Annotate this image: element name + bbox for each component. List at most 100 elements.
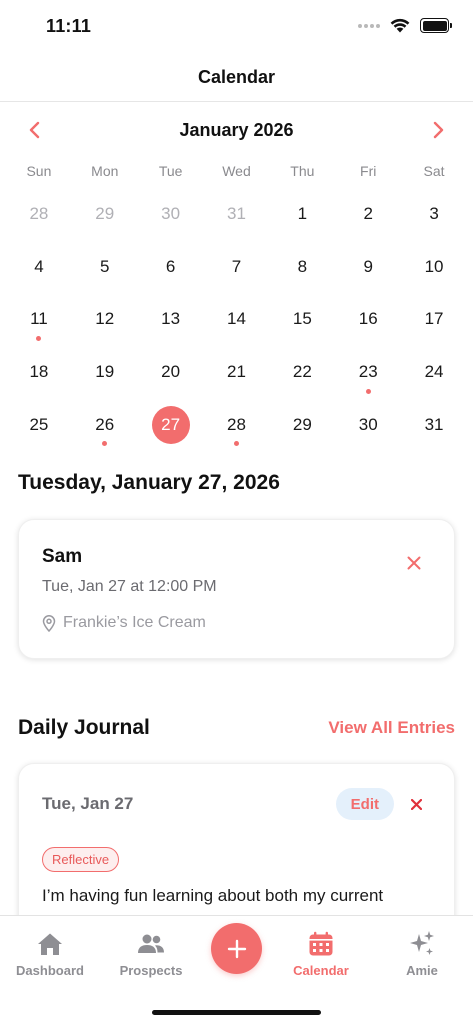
day-number: 25 bbox=[29, 414, 49, 434]
calendar-day-selected[interactable]: 27 bbox=[138, 398, 204, 451]
calendar-day[interactable]: 20 bbox=[138, 346, 204, 399]
calendar-day[interactable]: 30 bbox=[335, 398, 401, 451]
page-title: Calendar bbox=[197, 67, 276, 87]
home-indicator bbox=[152, 1010, 321, 1015]
day-number: 9 bbox=[363, 256, 373, 276]
day-number: 7 bbox=[231, 256, 242, 276]
day-number: 28 bbox=[29, 204, 49, 224]
event-card[interactable]: Sam Tue, Jan 27 at 12:00 PM Frankie’s Ic… bbox=[18, 519, 455, 659]
tab-label: Calendar bbox=[293, 963, 349, 978]
weekday-label: Sat bbox=[423, 163, 445, 179]
delete-entry-button[interactable] bbox=[408, 796, 424, 812]
calendar-day[interactable]: 2 bbox=[335, 188, 401, 241]
selected-date-heading: Tuesday, January 27, 2026 bbox=[18, 471, 280, 494]
day-number: 1 bbox=[297, 204, 308, 224]
calendar-day[interactable]: 6 bbox=[138, 241, 204, 294]
weekday-label: Fri bbox=[360, 163, 377, 179]
calendar-day[interactable]: 21 bbox=[204, 346, 270, 399]
edit-entry-button[interactable]: Edit bbox=[335, 788, 394, 820]
calendar-day[interactable]: 29 bbox=[72, 188, 138, 241]
day-number: 2 bbox=[363, 204, 373, 224]
day-number: 24 bbox=[424, 362, 444, 382]
calendar-day[interactable]: 16 bbox=[335, 293, 401, 346]
day-number: 5 bbox=[100, 256, 110, 276]
calendar-day[interactable]: 31 bbox=[204, 188, 270, 241]
calendar-day[interactable]: 24 bbox=[401, 346, 467, 399]
weekday-header-row: Sun Mon Tue Wed Thu Fri Sat bbox=[6, 163, 467, 179]
event-location-text: Frankie’s Ice Cream bbox=[63, 614, 206, 631]
weekday-label: Wed bbox=[222, 163, 251, 179]
calendar-day[interactable]: 15 bbox=[269, 293, 335, 346]
calendar-day[interactable]: 18 bbox=[6, 346, 72, 399]
tab-label: Prospects bbox=[119, 963, 183, 978]
calendar-day[interactable]: 11 bbox=[6, 293, 72, 346]
delete-event-button[interactable] bbox=[404, 553, 424, 573]
calendar-day[interactable]: 30 bbox=[138, 188, 204, 241]
calendar-icon bbox=[309, 931, 333, 956]
event-indicator-dot bbox=[102, 441, 108, 447]
day-number: 10 bbox=[424, 256, 444, 276]
calendar-day[interactable]: 22 bbox=[269, 346, 335, 399]
calendar-day[interactable]: 26 bbox=[72, 398, 138, 451]
day-number: 14 bbox=[227, 309, 246, 329]
calendar-day[interactable]: 28 bbox=[204, 398, 270, 451]
event-name: Sam bbox=[42, 546, 83, 567]
day-number: 6 bbox=[165, 256, 176, 276]
calendar-day[interactable]: 14 bbox=[204, 293, 270, 346]
event-datetime: Tue, Jan 27 at 12:00 PM bbox=[42, 578, 217, 595]
tab-calendar[interactable]: Calendar bbox=[271, 930, 371, 978]
day-number: 12 bbox=[95, 309, 115, 329]
day-number: 29 bbox=[292, 414, 312, 434]
calendar-day[interactable]: 12 bbox=[72, 293, 138, 346]
sparkles-icon bbox=[410, 931, 434, 955]
day-number: 8 bbox=[297, 256, 308, 276]
day-number: 23 bbox=[358, 362, 378, 382]
view-all-entries-link[interactable]: View All Entries bbox=[328, 718, 455, 738]
calendar-day[interactable]: 3 bbox=[401, 188, 467, 241]
calendar-day[interactable]: 23 bbox=[335, 346, 401, 399]
calendar-day[interactable]: 8 bbox=[269, 241, 335, 294]
next-month-button[interactable] bbox=[427, 118, 451, 142]
status-icons bbox=[358, 18, 452, 33]
event-indicator-dot bbox=[36, 336, 42, 342]
calendar-day[interactable]: 1 bbox=[269, 188, 335, 241]
weekday-label: Tue bbox=[158, 163, 183, 179]
day-number: 18 bbox=[29, 362, 49, 382]
close-icon bbox=[410, 798, 422, 810]
status-time: 11:11 bbox=[46, 16, 92, 36]
calendar-day[interactable]: 4 bbox=[6, 241, 72, 294]
day-number: 16 bbox=[358, 309, 378, 329]
calendar-day[interactable]: 19 bbox=[72, 346, 138, 399]
journal-entry-text: I’m having fun learning about both my cu… bbox=[42, 886, 384, 905]
tab-label: Amie bbox=[406, 963, 438, 978]
day-number: 13 bbox=[161, 309, 181, 329]
wifi-icon bbox=[390, 18, 410, 33]
calendar-day[interactable]: 13 bbox=[138, 293, 204, 346]
day-number: 26 bbox=[95, 414, 115, 434]
month-selector: January 2026 bbox=[0, 114, 473, 146]
calendar-day[interactable]: 7 bbox=[204, 241, 270, 294]
add-button[interactable] bbox=[211, 923, 262, 974]
calendar-day[interactable]: 10 bbox=[401, 241, 467, 294]
calendar-day[interactable]: 5 bbox=[72, 241, 138, 294]
event-indicator-dot bbox=[233, 441, 239, 447]
calendar-day[interactable]: 31 bbox=[401, 398, 467, 451]
calendar-day[interactable]: 28 bbox=[6, 188, 72, 241]
calendar-day[interactable]: 29 bbox=[269, 398, 335, 451]
day-number: 22 bbox=[292, 362, 312, 382]
day-number: 17 bbox=[424, 309, 444, 329]
day-number: 30 bbox=[161, 204, 181, 224]
tab-prospects[interactable]: Prospects bbox=[101, 930, 201, 978]
calendar-day[interactable]: 9 bbox=[335, 241, 401, 294]
day-number: 30 bbox=[358, 414, 378, 434]
calendar-day[interactable]: 17 bbox=[401, 293, 467, 346]
tab-amie[interactable]: Amie bbox=[372, 930, 472, 978]
calendar-day[interactable]: 25 bbox=[6, 398, 72, 451]
tab-dashboard[interactable]: Dashboard bbox=[0, 930, 100, 978]
mood-badge: Reflective bbox=[42, 847, 120, 872]
chevron-right-icon bbox=[433, 121, 444, 139]
day-number: 3 bbox=[429, 204, 439, 224]
calendar-days-grid: 28 29 30 31 1 2 3 4 5 6 7 8 9 10 11 12 13 14 15 16 17 18 19 20 2… bbox=[6, 188, 467, 451]
close-icon bbox=[407, 556, 421, 570]
journal-section-header: Daily Journal View All Entries bbox=[18, 716, 455, 740]
